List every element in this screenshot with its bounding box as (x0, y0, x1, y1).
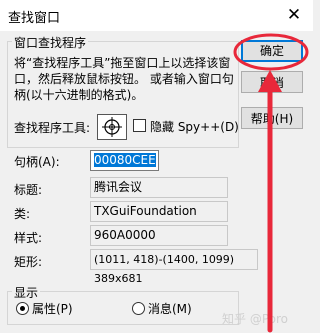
handle-value: 00080CEE (94, 153, 156, 167)
rect-label: 矩形: (14, 255, 43, 269)
hide-spy-checkbox[interactable] (133, 119, 146, 132)
caption-label: 标题: (14, 183, 43, 197)
messages-radio[interactable] (132, 302, 145, 315)
help-button[interactable]: 帮助(H) (241, 107, 303, 129)
class-field: TXGuiFoundation (90, 201, 228, 222)
style-field: 960A0000 (90, 225, 228, 246)
finder-tool-icon[interactable] (97, 114, 127, 140)
title-bar: 查找窗口 ✕ (0, 0, 313, 31)
properties-label[interactable]: 属性(P) (32, 300, 73, 317)
handle-label: 句柄(A): (14, 155, 60, 169)
caption-field: 腾讯会议 (90, 177, 228, 198)
finder-group-label: 窗口查找程序 (12, 34, 89, 51)
cancel-button[interactable]: 取消 (241, 71, 303, 93)
radio-selected-dot (20, 306, 25, 311)
properties-radio[interactable] (16, 302, 29, 315)
ok-button[interactable]: 确定 (241, 40, 303, 62)
finder-tool-label: 查找程序工具: (14, 121, 91, 135)
handle-input[interactable]: 00080CEE (90, 150, 159, 171)
window-title: 查找窗口 (8, 11, 61, 26)
style-label: 样式: (14, 231, 43, 245)
finder-description: 将“查找程序工具”拖至窗口上以选择该窗口，然后释放鼠标按钮。 或者输入窗口句柄(… (14, 56, 234, 102)
messages-label[interactable]: 消息(M) (148, 300, 192, 317)
find-window-dialog: 查找窗口 ✕ 窗口查找程序 将“查找程序工具”拖至窗口上以选择该窗口，然后释放鼠… (0, 0, 313, 333)
class-label: 类: (14, 207, 31, 221)
rect-field: (1011, 418)-(1400, 1099) 389x681 (90, 249, 258, 285)
watermark-text: 知乎 @Poro (222, 312, 288, 326)
close-button[interactable]: ✕ (275, 0, 313, 31)
show-group-label: 显示 (12, 284, 41, 301)
hide-spy-label[interactable]: 隐藏 Spy++(D) (150, 118, 239, 135)
